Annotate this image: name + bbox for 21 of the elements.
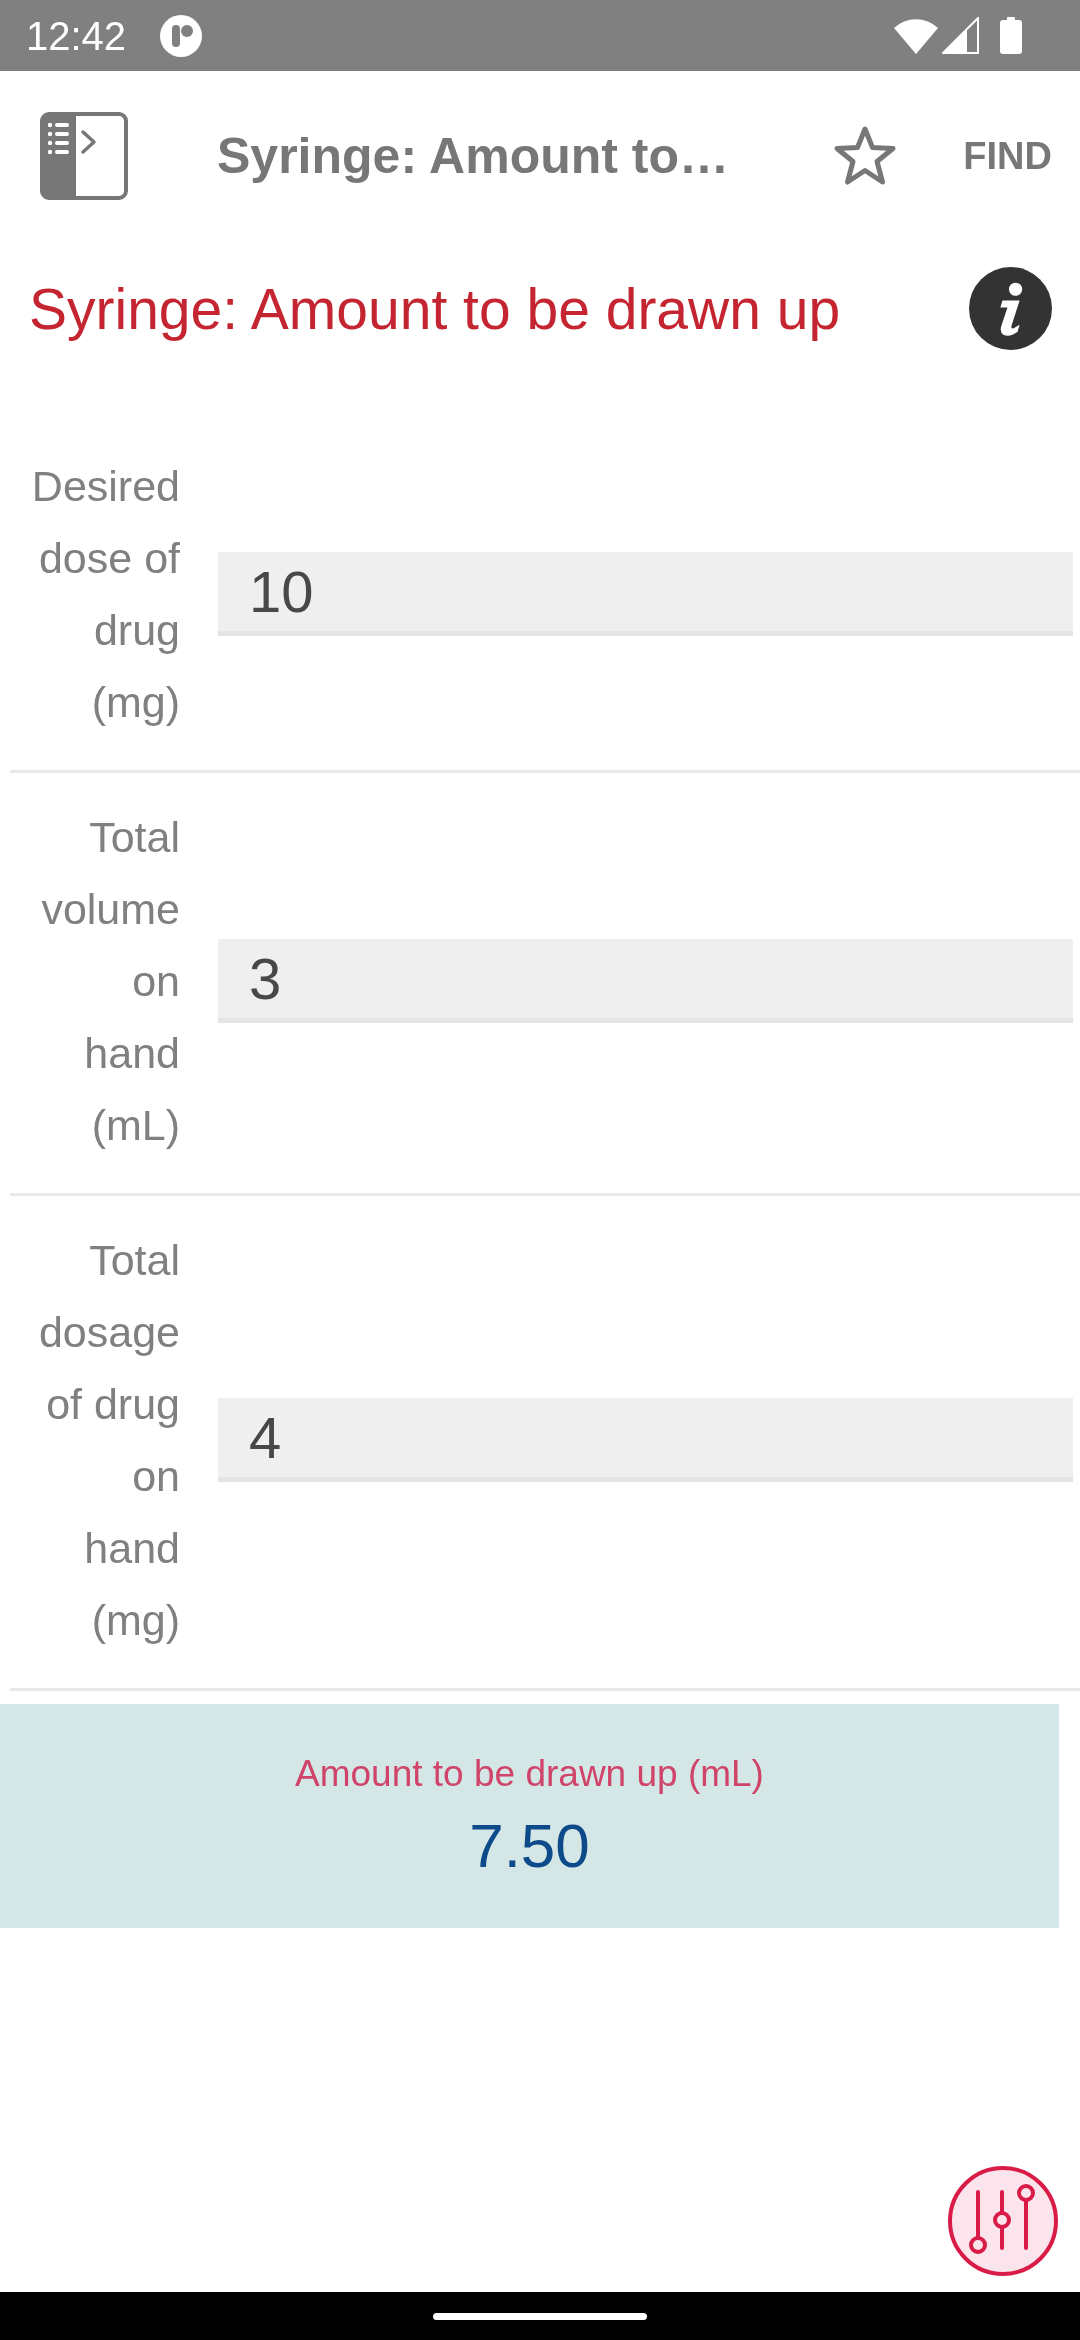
find-button[interactable]: FIND <box>963 132 1052 179</box>
page-heading: Syringe: Amount to be drawn up <box>29 275 841 343</box>
sliders-icon[interactable] <box>947 2165 1059 2277</box>
wifi-icon <box>894 17 938 54</box>
input-field[interactable]: 4 <box>218 1398 1073 1482</box>
star-icon[interactable] <box>833 124 898 187</box>
info-icon[interactable] <box>969 267 1052 350</box>
input-field[interactable]: 3 <box>218 939 1073 1023</box>
app-bar-title: Syringe: Amount to… <box>217 126 729 185</box>
field-label: Total volume on hand (mL) <box>40 812 180 1151</box>
field-label: Total dosage of drug on hand (mg) <box>37 1235 180 1646</box>
input-field[interactable]: 10 <box>218 552 1073 636</box>
sidebar-icon[interactable] <box>40 111 128 200</box>
home-indicator[interactable] <box>433 2312 647 2320</box>
battery-icon <box>1000 17 1022 54</box>
status-time: 12:42 <box>26 12 127 60</box>
field-label: Desired dose of drug (mg) <box>30 461 180 728</box>
result-value: 7.50 <box>469 1810 590 1882</box>
notification-icon <box>160 14 203 57</box>
signal-icon <box>942 17 979 54</box>
result-label: Amount to be drawn up (mL) <box>295 1752 764 1796</box>
